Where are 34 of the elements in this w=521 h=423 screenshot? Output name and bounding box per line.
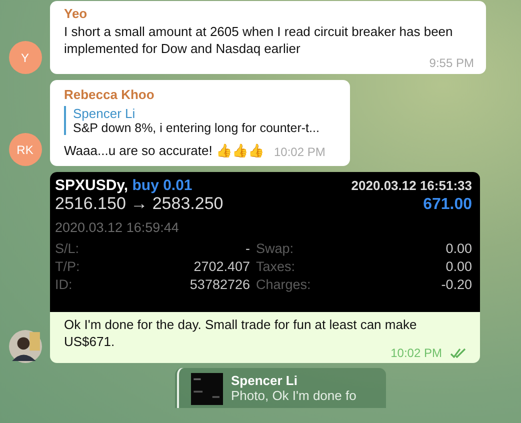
field-value: 53782726 bbox=[188, 277, 250, 292]
message-time: 9:55 PM bbox=[429, 55, 474, 72]
reply-preview[interactable]: Spencer Li Photo, Ok I'm done fo bbox=[175, 368, 386, 408]
author-name[interactable]: Yeo bbox=[64, 5, 474, 22]
close-time: 2020.03.12 16:59:44 bbox=[55, 220, 180, 235]
quote-text: S&P down 8%, i entering long for counter-t... bbox=[73, 121, 320, 135]
field-label: S/L: bbox=[55, 241, 80, 256]
message-text: Ok I'm done for the day. Small trade for fun at least can make US$671. bbox=[64, 316, 417, 349]
field-label: ID: bbox=[55, 277, 74, 292]
field-label: Swap: bbox=[256, 241, 295, 256]
message-preview: Photo, Ok I'm done fo bbox=[231, 388, 356, 403]
field-value: - bbox=[244, 241, 250, 256]
trade-title: SPXUSDy, buy 0.01 bbox=[55, 177, 192, 194]
message-time: 10:02 PM bbox=[390, 346, 442, 360]
open-time: 2020.03.12 16:51:33 bbox=[351, 178, 472, 193]
avatar[interactable]: RK bbox=[8, 133, 42, 166]
avatar[interactable] bbox=[8, 330, 42, 363]
field-value: 0.00 bbox=[444, 259, 472, 274]
author-name[interactable]: Rebecca Khoo bbox=[64, 87, 338, 102]
price-change: 2516.150 → 2583.250 bbox=[55, 194, 224, 214]
field-value: 2702.407 bbox=[192, 259, 250, 274]
author-name: Spencer Li bbox=[231, 373, 298, 388]
field-label: Charges: bbox=[256, 277, 312, 292]
avatar[interactable]: Y bbox=[8, 41, 42, 74]
field-value: 0.00 bbox=[444, 241, 472, 256]
quote-author: Spencer Li bbox=[73, 106, 136, 121]
message-time: 10:02 PM bbox=[274, 145, 326, 159]
message-text: I short a small amount at 2605 when I read circuit breaker has been implemented for Dow and Nasdaq earlier bbox=[64, 23, 454, 57]
field-label: Taxes: bbox=[256, 259, 296, 274]
message-text: Waaa...u are so accurate! 👍👍👍 bbox=[64, 142, 264, 158]
quoted-message[interactable]: Spencer Li S&P down 8%, i entering long for counter-t... bbox=[64, 106, 338, 135]
field-value: -0.20 bbox=[441, 277, 472, 292]
profit-value: 671.00 bbox=[423, 196, 472, 214]
field-label: T/P: bbox=[55, 259, 81, 274]
